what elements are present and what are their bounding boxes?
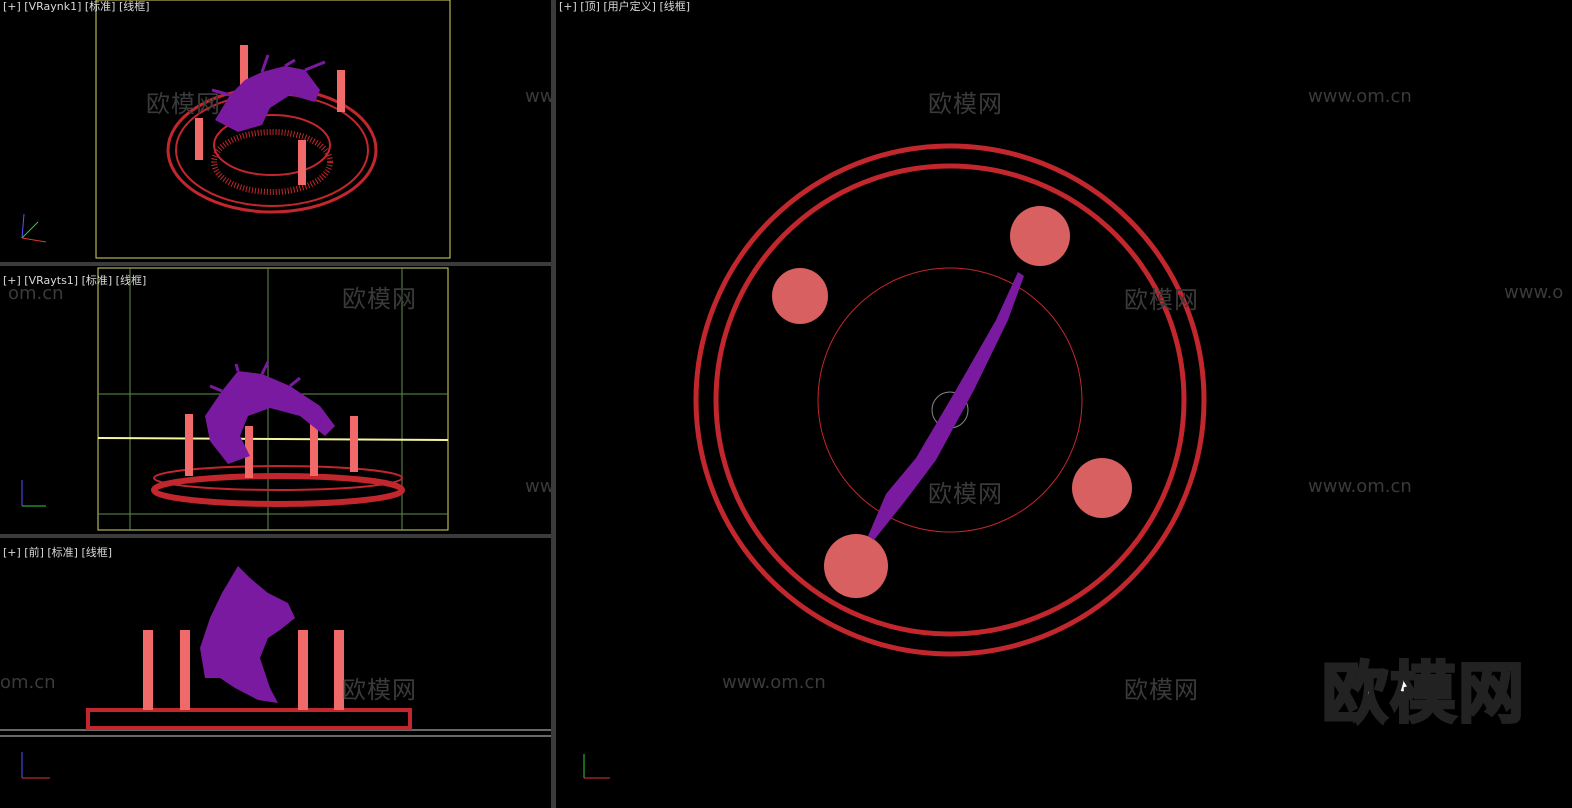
watermark-site: www.om.cn bbox=[722, 672, 826, 693]
watermark-brand: 欧模网 bbox=[342, 285, 417, 313]
watermark-site: www.om.cn bbox=[525, 476, 551, 497]
viewport-front[interactable]: [+] [前] [标准] [线框] 欧模网 om.cn bbox=[0, 538, 551, 808]
viewport-vrayts1-canvas bbox=[21, 267, 449, 531]
watermark-site: www.om.cn bbox=[1308, 86, 1412, 107]
watermark-brand: 欧模网 bbox=[928, 480, 1003, 508]
watermark-site-partial: www.o bbox=[1504, 282, 1564, 303]
watermark-site-partial: om.cn bbox=[8, 283, 64, 304]
watermark-brand: 欧模网 bbox=[342, 676, 417, 704]
viewport-vraynk1-canvas bbox=[21, 0, 451, 259]
watermark-site-partial: om.cn bbox=[0, 672, 56, 693]
watermark-site: www.om.cn bbox=[1308, 476, 1412, 497]
viewport-label[interactable]: [+] [前] [标准] [线框] bbox=[3, 546, 112, 560]
watermark-brand: 欧模网 bbox=[146, 90, 221, 118]
brand-logo: 欧模网 bbox=[1321, 654, 1526, 734]
watermark-site: www.om.cn bbox=[525, 86, 551, 107]
viewport-front-canvas bbox=[0, 566, 551, 779]
watermark-brand: 欧模网 bbox=[1124, 286, 1199, 314]
viewport-vraynk1[interactable]: [+] [VRaynk1] [标准] [线框] 欧模网 www.om.cn bbox=[0, 0, 551, 262]
watermark-brand: 欧模网 bbox=[928, 90, 1003, 118]
viewport-label[interactable]: [+] [顶] [用户定义] [线框] bbox=[559, 0, 690, 14]
viewport-vrayts1[interactable]: [+] [VRayts1] [标准] [线框] 欧模网 om.cn www.om… bbox=[0, 266, 551, 534]
watermark-brand: 欧模网 bbox=[1124, 676, 1199, 704]
viewport-label[interactable]: [+] [VRaynk1] [标准] [线框] bbox=[3, 0, 150, 14]
